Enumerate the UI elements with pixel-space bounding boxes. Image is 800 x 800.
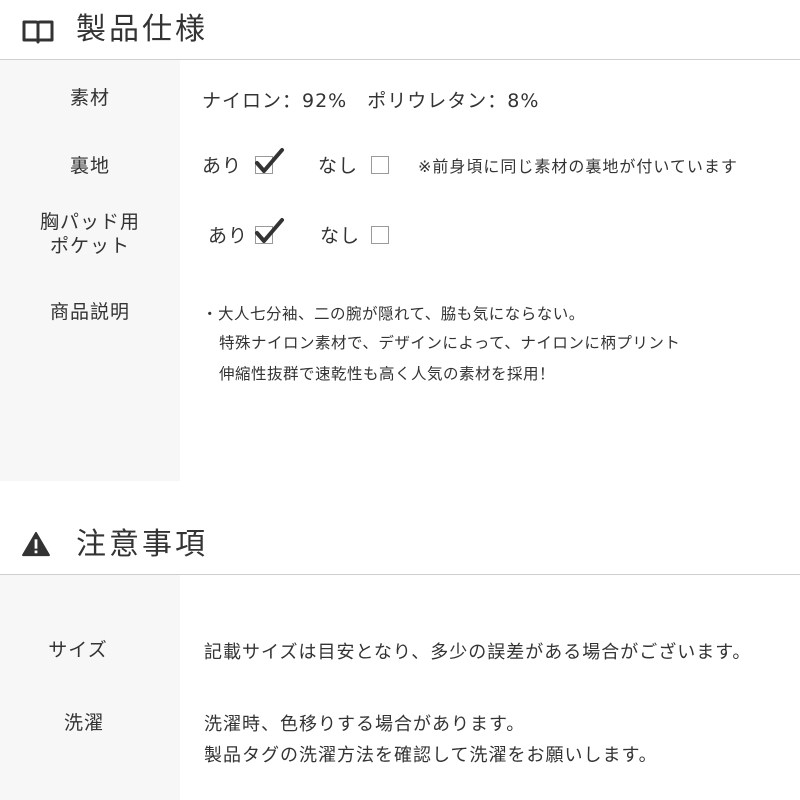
material-value: ナイロン：92% ポリウレタン：8% [202, 90, 540, 112]
pad-pocket-no-label: なし [320, 225, 361, 247]
warning-icon [22, 531, 50, 557]
lining-yes-label: あり [202, 155, 243, 177]
notes-title: 注意事項 [76, 527, 208, 562]
notes-header: 注意事項 [0, 515, 800, 575]
specs-title: 製品仕様 [76, 12, 208, 47]
pad-pocket-label-line1: 胸パッド用 [39, 211, 140, 233]
lining-note: ※前身頃に同じ素材の裏地が付いています [418, 157, 738, 176]
material-label: 素材 [69, 87, 110, 109]
size-label: サイズ [48, 639, 108, 661]
pad-pocket-yes-label: あり [208, 225, 249, 247]
lining-label: 裏地 [69, 155, 110, 177]
pad-pocket-no-checkbox[interactable] [371, 226, 389, 244]
description-line: 特殊ナイロン素材で、デザインによって、ナイロンに柄プリント [219, 334, 681, 352]
washing-label: 洗濯 [63, 712, 104, 734]
notes-label-column [0, 575, 180, 800]
pad-pocket-label-line2: ポケット [49, 235, 130, 257]
washing-line: 製品タグの洗濯方法を確認して洗濯をお願いします。 [204, 745, 658, 766]
check-mark-icon [255, 218, 284, 243]
open-book-icon [22, 20, 54, 44]
specs-header: 製品仕様 [0, 0, 800, 60]
description-label: 商品説明 [49, 301, 130, 323]
lining-no-label: なし [318, 155, 359, 177]
description-line: 伸縮性抜群で速乾性も高く人気の素材を採用！ [219, 365, 556, 383]
lining-no-checkbox[interactable] [371, 156, 389, 174]
check-mark-icon [255, 148, 284, 173]
washing-line: 洗濯時、色移りする場合があります。 [204, 714, 526, 735]
size-value: 記載サイズは目安となり、多少の誤差がある場合がございます。 [204, 642, 752, 663]
specs-label-column [0, 60, 180, 481]
description-line: ・大人七分袖、二の腕が隠れて、脇も気にならない。 [202, 305, 585, 323]
